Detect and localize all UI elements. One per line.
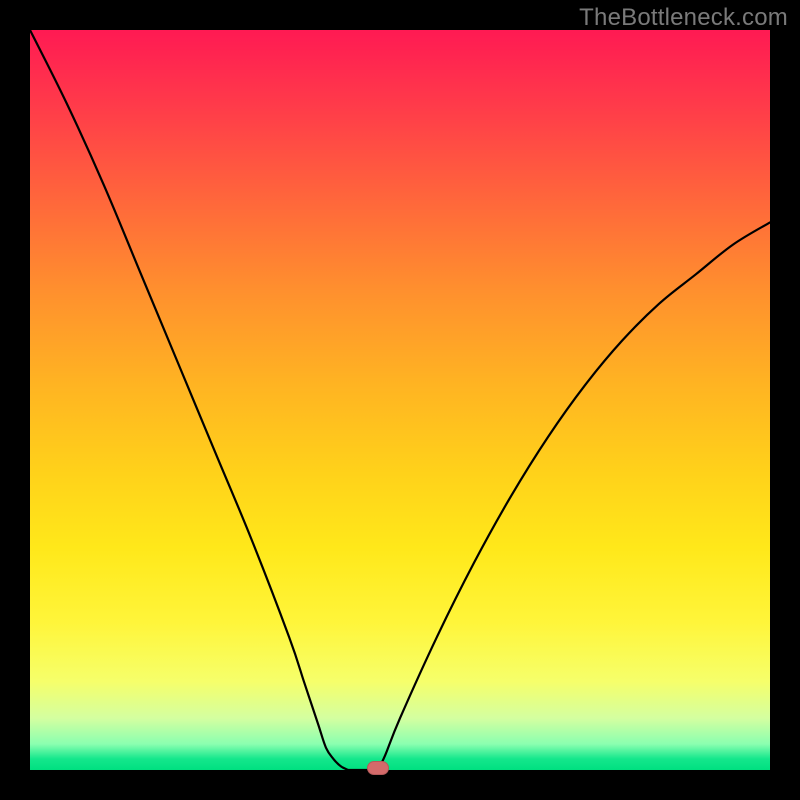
bottleneck-curve xyxy=(30,30,770,771)
watermark-text: TheBottleneck.com xyxy=(579,4,788,32)
curve-svg xyxy=(30,30,770,770)
min-point-marker xyxy=(367,761,389,775)
chart-frame: TheBottleneck.com xyxy=(0,0,800,800)
plot-area xyxy=(30,30,770,770)
